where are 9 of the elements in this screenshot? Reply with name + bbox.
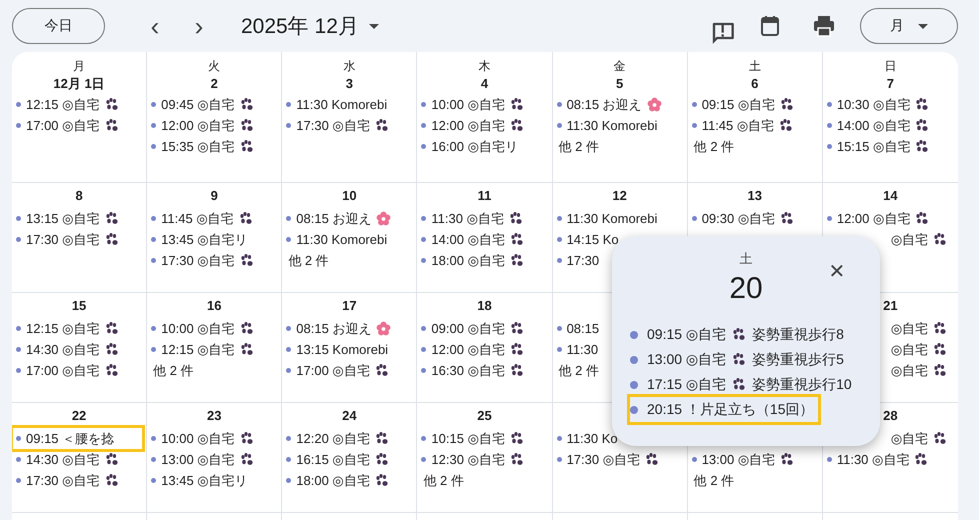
weekday-label: 月 [72,58,86,74]
popup-date: 20 [728,272,764,307]
weekday-label: 火 [207,58,222,74]
weekday-label: 日 [883,58,898,74]
weekday-label: 水 [342,58,356,74]
weekday-label: 木 [477,58,492,74]
weekday-label: 土 [748,58,762,74]
popup-weekday: 土 [738,250,754,268]
weekday-label: 金 [612,58,627,74]
